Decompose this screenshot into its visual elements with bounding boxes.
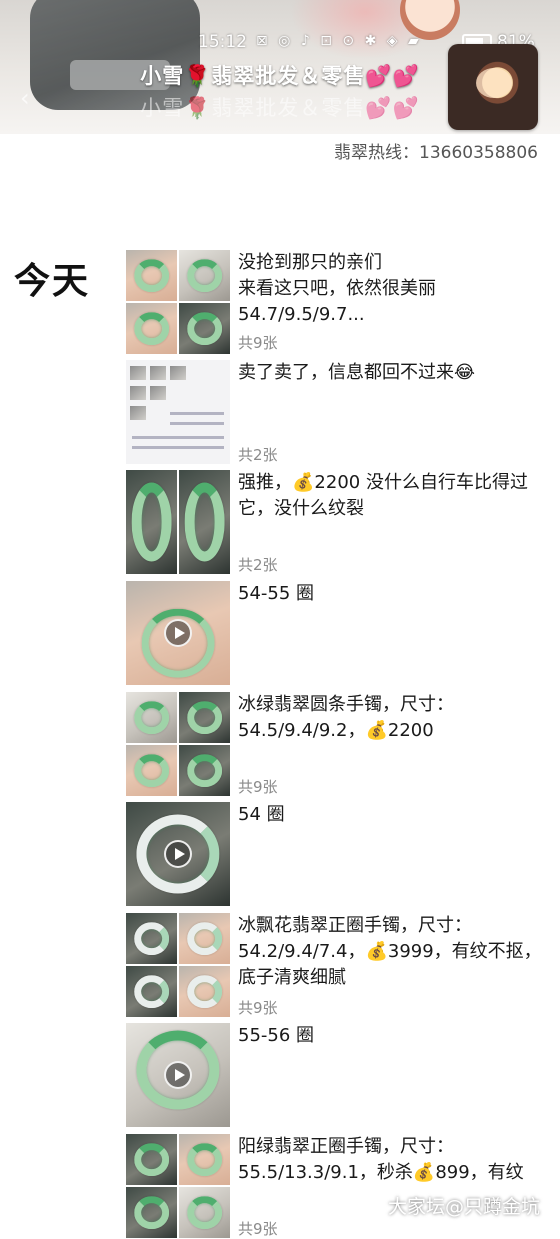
post-text: 冰飘花翡翠正圈手镯，尺寸： 54.2/9.4/7.4，💰3999，有纹不抠，底子… bbox=[238, 915, 542, 988]
post-text: 强推，💰2200 没什么自行车比得过它，没什么纹裂 bbox=[238, 472, 528, 519]
play-icon[interactable] bbox=[164, 840, 192, 868]
post-text: 阳绿翡翠正圈手镯，尺寸： 55.5/13.3/9.1，秒杀💰899，有纹 bbox=[238, 1136, 524, 1183]
post-text: 没抢到那只的亲们 来看这只吧，依然很美丽 54.7/9.5/9.7... bbox=[238, 252, 436, 325]
play-icon[interactable] bbox=[164, 619, 192, 647]
post-thumbnail[interactable] bbox=[126, 250, 230, 354]
hotline-text: 翡翠热线：13660358806 bbox=[334, 143, 538, 163]
photo-count: 共2张 bbox=[238, 556, 278, 574]
play-icon[interactable] bbox=[164, 1061, 192, 1089]
photo-count: 共9张 bbox=[238, 334, 278, 352]
video-thumbnail[interactable] bbox=[126, 802, 230, 906]
post-text: 54 圈 bbox=[238, 804, 285, 825]
post-thumbnail[interactable] bbox=[126, 692, 230, 796]
post-thumbnail[interactable] bbox=[126, 470, 230, 574]
post-thumbnail[interactable] bbox=[126, 360, 230, 464]
photo-count: 共9张 bbox=[238, 999, 278, 1017]
post-thumbnail[interactable] bbox=[126, 1134, 230, 1238]
post-text: 冰绿翡翠圆条手镯，尺寸： 54.5/9.4/9.2，💰2200 bbox=[238, 694, 454, 741]
post-thumbnail[interactable] bbox=[126, 913, 230, 1017]
day-label: 今天 bbox=[14, 261, 91, 302]
post-text: 54-55 圈 bbox=[238, 583, 315, 604]
post-text: 55-56 圈 bbox=[238, 1025, 315, 1046]
avatar[interactable] bbox=[448, 44, 538, 130]
status-icons: ⊠ ◎ ♪ ⊡ ⊙ ✱ ◈ ▰ bbox=[256, 33, 422, 49]
status-time: 15:12 bbox=[198, 32, 247, 52]
photo-count: 共2张 bbox=[238, 446, 278, 464]
photo-count: 共9张 bbox=[238, 778, 278, 796]
watermark: 大家坛@只蹲金坑 bbox=[387, 1196, 540, 1218]
video-thumbnail[interactable] bbox=[126, 581, 230, 685]
video-thumbnail[interactable] bbox=[126, 1023, 230, 1127]
post-text: 卖了卖了，信息都回不过来😂 bbox=[238, 362, 476, 383]
photo-count: 共9张 bbox=[238, 1220, 278, 1238]
